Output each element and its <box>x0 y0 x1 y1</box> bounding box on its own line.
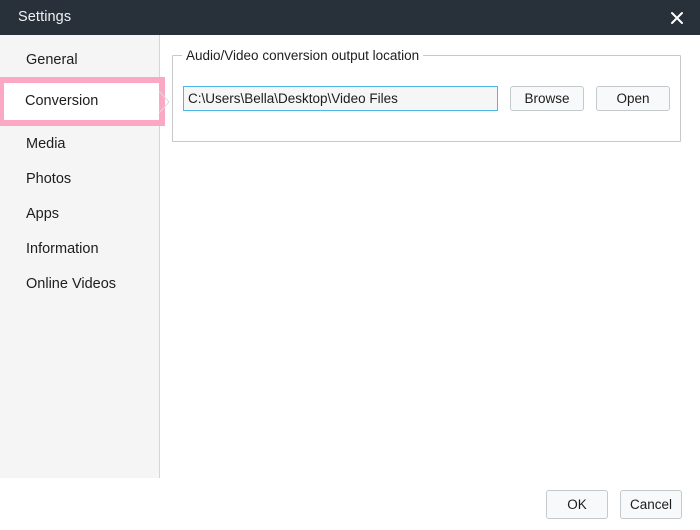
window-title: Settings <box>18 9 72 26</box>
sidebar-item-media[interactable]: Media <box>0 126 159 161</box>
content-panel: Audio/Video conversion output location B… <box>160 35 700 478</box>
sidebar-item-label: Information <box>26 240 99 257</box>
dialog-footer: OK Cancel <box>0 478 700 530</box>
close-icon <box>671 11 683 24</box>
sidebar-item-label: Apps <box>26 205 60 222</box>
sidebar-item-online-videos[interactable]: Online Videos <box>0 266 159 301</box>
sidebar-item-information[interactable]: Information <box>0 231 159 266</box>
sidebar-item-conversion[interactable]: Conversion <box>0 77 170 126</box>
sidebar-item-apps[interactable]: Apps <box>0 196 159 231</box>
close-button[interactable] <box>654 0 700 35</box>
output-path-row: Browse Open <box>173 86 680 111</box>
sidebar-item-label: Media <box>26 135 66 152</box>
ok-button[interactable]: OK <box>546 489 608 519</box>
sidebar: General Conversion Media Photos Apps Inf… <box>0 35 170 478</box>
groupbox-legend: Audio/Video conversion output location <box>182 48 424 64</box>
title-bar: Settings <box>0 0 700 35</box>
output-location-groupbox: Audio/Video conversion output location B… <box>172 48 681 142</box>
browse-button[interactable]: Browse <box>510 86 584 111</box>
output-path-input[interactable] <box>183 86 498 111</box>
sidebar-item-label: Conversion <box>25 93 99 109</box>
dialog-body: General Conversion Media Photos Apps Inf… <box>0 35 700 478</box>
sidebar-item-general[interactable]: General <box>0 42 159 77</box>
sidebar-item-photos[interactable]: Photos <box>0 161 159 196</box>
settings-dialog: Settings General Conversion Media Photos <box>0 0 700 530</box>
sidebar-item-label: Online Videos <box>26 275 117 292</box>
open-button[interactable]: Open <box>596 86 670 111</box>
cancel-button[interactable]: Cancel <box>620 489 682 519</box>
sidebar-item-label: Photos <box>26 170 72 187</box>
sidebar-item-label: General <box>26 51 78 68</box>
selection-arrow-icon <box>159 90 170 113</box>
